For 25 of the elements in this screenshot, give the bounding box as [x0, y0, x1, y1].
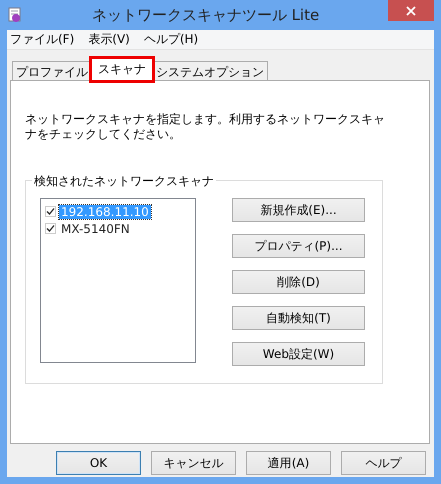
action-button[interactable]: 自動検知(T): [232, 306, 365, 330]
scanner-list[interactable]: 192.168.11.10 MX-5140FN: [40, 198, 196, 363]
tab[interactable]: システムオプション: [152, 61, 268, 81]
scanner-item[interactable]: MX-5140FN: [59, 222, 132, 236]
dialog-button[interactable]: 適用(A): [246, 451, 331, 475]
tab[interactable]: プロファイル: [12, 61, 92, 81]
menu-item[interactable]: ヘルプ(H): [144, 31, 198, 48]
window-title: ネットワークスキャナツール Lite: [90, 6, 320, 24]
close-button[interactable]: [388, 0, 434, 21]
close-icon: [406, 6, 416, 16]
action-button[interactable]: プロパティ(P)...: [232, 234, 365, 258]
action-button[interactable]: 削除(D): [232, 270, 365, 294]
dialog-button[interactable]: OK: [56, 451, 141, 475]
tab[interactable]: スキャナ: [91, 58, 153, 81]
menu-item[interactable]: 表示(V): [88, 31, 130, 48]
dialog-button[interactable]: キャンセル: [151, 451, 236, 475]
app-icon: [7, 7, 23, 23]
group-title: 検知されたネットワークスキャナ: [32, 173, 216, 190]
checkbox[interactable]: [45, 223, 56, 234]
menu-item[interactable]: ファイル(F): [10, 31, 74, 48]
action-button[interactable]: Web設定(W): [232, 342, 365, 366]
description-text: ネットワークスキャナを指定します。利用するネットワークスキャナをチェックしてください。: [25, 112, 385, 142]
action-button[interactable]: 新規作成(E)...: [232, 198, 365, 222]
dialog-button[interactable]: ヘルプ: [341, 451, 426, 475]
checkbox[interactable]: [45, 206, 56, 217]
